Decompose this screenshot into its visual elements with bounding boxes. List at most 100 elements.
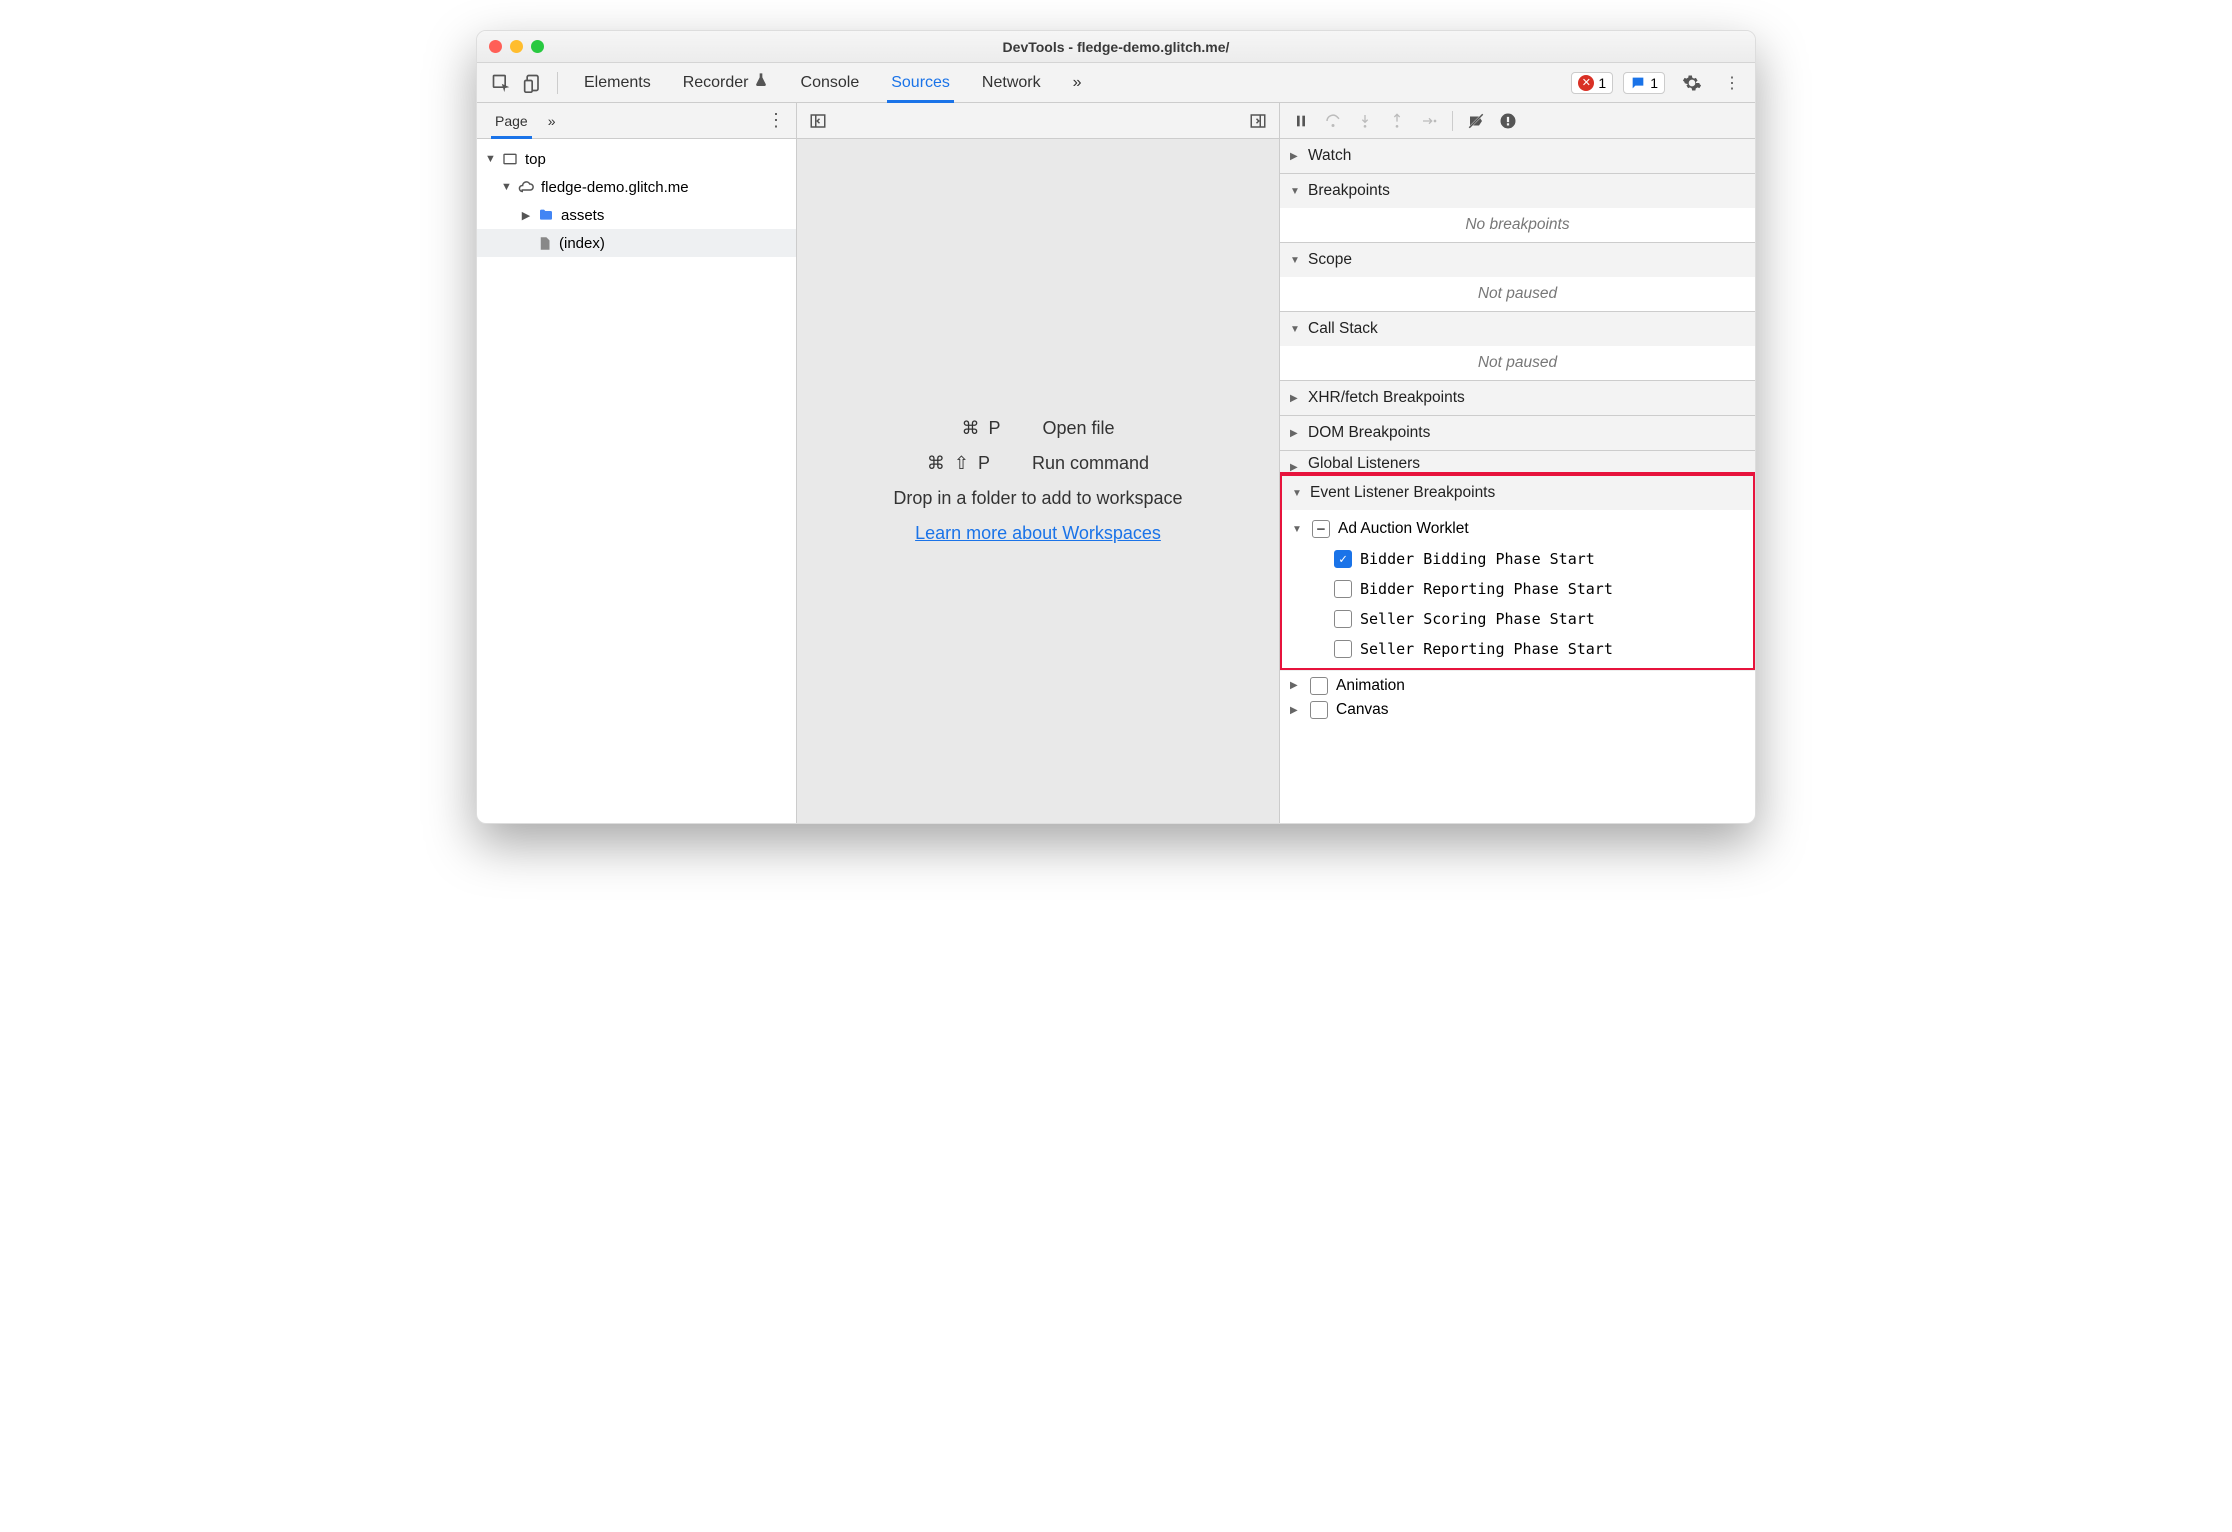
triangle-right-icon: ▶ — [1290, 151, 1302, 162]
tree-top-frame[interactable]: ▼ top — [477, 145, 796, 173]
checkbox-unchecked[interactable] — [1334, 580, 1352, 598]
titlebar: DevTools - fledge-demo.glitch.me/ — [477, 31, 1755, 63]
subtab-page[interactable]: Page — [485, 103, 538, 139]
elb-group-canvas[interactable]: ▶ Canvas — [1280, 700, 1755, 720]
checkbox-mixed[interactable] — [1312, 520, 1330, 538]
file-tree: ▼ top ▼ fledge-demo.glitch.me ▶ assets (… — [477, 139, 796, 263]
elb-item-seller-scoring[interactable]: Seller Scoring Phase Start — [1282, 604, 1753, 634]
navigator-panel: Page » ⋮ ▼ top ▼ fledge-demo.glitch.me ▶ — [477, 103, 797, 823]
toggle-debugger-icon[interactable] — [1245, 108, 1271, 134]
window-title: DevTools - fledge-demo.glitch.me/ — [477, 39, 1755, 55]
triangle-down-icon: ▼ — [1290, 186, 1302, 197]
debugger-panel: ▶Watch ▼Breakpoints No breakpoints ▼Scop… — [1280, 103, 1755, 823]
elb-item-seller-reporting[interactable]: Seller Reporting Phase Start — [1282, 634, 1753, 664]
checkbox-unchecked[interactable] — [1310, 701, 1328, 719]
triangle-down-icon: ▼ — [485, 153, 495, 165]
folder-icon — [537, 206, 555, 224]
device-toolbar-icon[interactable] — [519, 69, 547, 97]
checkbox-unchecked[interactable] — [1334, 640, 1352, 658]
elb-group-ad-auction-worklet[interactable]: ▼ Ad Auction Worklet — [1282, 514, 1753, 544]
section-global-listeners[interactable]: ▶Global Listeners — [1280, 451, 1755, 473]
triangle-down-icon: ▼ — [501, 181, 511, 193]
breakpoints-empty: No breakpoints — [1280, 208, 1755, 242]
tab-network[interactable]: Network — [966, 63, 1057, 103]
file-icon — [535, 234, 553, 252]
triangle-right-icon: ▶ — [1290, 705, 1302, 716]
cloud-icon — [517, 178, 535, 196]
triangle-down-icon: ▼ — [1290, 324, 1302, 335]
tab-console[interactable]: Console — [785, 63, 876, 103]
workspaces-link[interactable]: Learn more about Workspaces — [915, 523, 1161, 544]
triangle-down-icon: ▼ — [1290, 255, 1302, 266]
editor-toolbar — [797, 103, 1279, 139]
zoom-window-button[interactable] — [531, 40, 544, 53]
message-badge[interactable]: 1 — [1623, 72, 1665, 94]
inspect-element-icon[interactable] — [487, 69, 515, 97]
section-event-listener-breakpoints[interactable]: ▼Event Listener Breakpoints — [1282, 476, 1753, 510]
deactivate-breakpoints-icon[interactable] — [1461, 107, 1491, 135]
tab-more[interactable]: » — [1057, 63, 1098, 103]
frame-icon — [501, 150, 519, 168]
section-callstack[interactable]: ▼Call Stack — [1280, 312, 1755, 346]
tab-sources[interactable]: Sources — [875, 63, 966, 103]
triangle-right-icon: ▶ — [1290, 680, 1302, 691]
section-breakpoints[interactable]: ▼Breakpoints — [1280, 174, 1755, 208]
workspace-hint: Drop in a folder to add to workspace — [893, 488, 1182, 509]
flask-icon — [753, 72, 769, 93]
triangle-down-icon: ▼ — [1292, 524, 1304, 535]
step-into-icon[interactable] — [1350, 107, 1380, 135]
debugger-sections: ▶Watch ▼Breakpoints No breakpoints ▼Scop… — [1280, 139, 1755, 823]
checkbox-unchecked[interactable] — [1334, 610, 1352, 628]
pause-on-exceptions-icon[interactable] — [1493, 107, 1523, 135]
more-menu-icon[interactable]: ⋮ — [1719, 70, 1745, 96]
tab-elements[interactable]: Elements — [568, 63, 667, 103]
panel-tabs: Elements Recorder Console Sources Networ… — [568, 63, 1098, 103]
toggle-navigator-icon[interactable] — [805, 108, 831, 134]
elb-group-animation[interactable]: ▶ Animation — [1280, 670, 1755, 700]
triangle-right-icon: ▶ — [1290, 393, 1302, 404]
shortcut-run-command-label: Run command — [1032, 453, 1149, 474]
error-icon: ✕ — [1578, 75, 1594, 91]
editor-placeholder: ⌘ P Open file ⌘ ⇧ P Run command Drop in … — [797, 139, 1279, 823]
navigator-menu-icon[interactable]: ⋮ — [764, 110, 788, 131]
step-icon[interactable] — [1414, 107, 1444, 135]
close-window-button[interactable] — [489, 40, 502, 53]
editor-panel: ⌘ P Open file ⌘ ⇧ P Run command Drop in … — [797, 103, 1280, 823]
section-scope[interactable]: ▼Scope — [1280, 243, 1755, 277]
triangle-right-icon: ▶ — [521, 209, 531, 222]
elb-body: ▼ Ad Auction Worklet Bidder Bidding Phas… — [1282, 510, 1753, 668]
step-out-icon[interactable] — [1382, 107, 1412, 135]
triangle-right-icon: ▶ — [1290, 428, 1302, 439]
elb-item-bidder-reporting[interactable]: Bidder Reporting Phase Start — [1282, 574, 1753, 604]
debugger-toolbar — [1280, 103, 1755, 139]
navigator-tabs: Page » ⋮ — [477, 103, 796, 139]
message-icon — [1630, 75, 1646, 91]
section-watch[interactable]: ▶Watch — [1280, 139, 1755, 173]
shortcut-open-file-label: Open file — [1042, 418, 1114, 439]
scope-empty: Not paused — [1280, 277, 1755, 311]
section-xhr-breakpoints[interactable]: ▶XHR/fetch Breakpoints — [1280, 381, 1755, 415]
tree-file-index[interactable]: (index) — [477, 229, 796, 257]
step-over-icon[interactable] — [1318, 107, 1348, 135]
settings-icon[interactable] — [1679, 70, 1705, 96]
callstack-empty: Not paused — [1280, 346, 1755, 380]
error-badge[interactable]: ✕ 1 — [1571, 72, 1613, 94]
tree-folder-assets[interactable]: ▶ assets — [477, 201, 796, 229]
elb-item-bidder-bidding[interactable]: Bidder Bidding Phase Start — [1282, 544, 1753, 574]
checkbox-unchecked[interactable] — [1310, 677, 1328, 695]
subtab-more[interactable]: » — [538, 103, 566, 139]
tab-recorder[interactable]: Recorder — [667, 63, 785, 103]
highlight-annotation: ▼Event Listener Breakpoints ▼ Ad Auction… — [1280, 472, 1755, 672]
shortcut-open-file-keys: ⌘ P — [961, 418, 1002, 439]
section-dom-breakpoints[interactable]: ▶DOM Breakpoints — [1280, 416, 1755, 450]
tree-domain[interactable]: ▼ fledge-demo.glitch.me — [477, 173, 796, 201]
traffic-lights — [489, 40, 544, 53]
checkbox-checked[interactable] — [1334, 550, 1352, 568]
main-area: Page » ⋮ ▼ top ▼ fledge-demo.glitch.me ▶ — [477, 103, 1755, 823]
devtools-window: DevTools - fledge-demo.glitch.me/ Elemen… — [476, 30, 1756, 824]
pause-icon[interactable] — [1286, 107, 1316, 135]
minimize-window-button[interactable] — [510, 40, 523, 53]
shortcut-run-command-keys: ⌘ ⇧ P — [927, 453, 992, 474]
triangle-right-icon: ▶ — [1290, 462, 1302, 473]
main-toolbar: Elements Recorder Console Sources Networ… — [477, 63, 1755, 103]
